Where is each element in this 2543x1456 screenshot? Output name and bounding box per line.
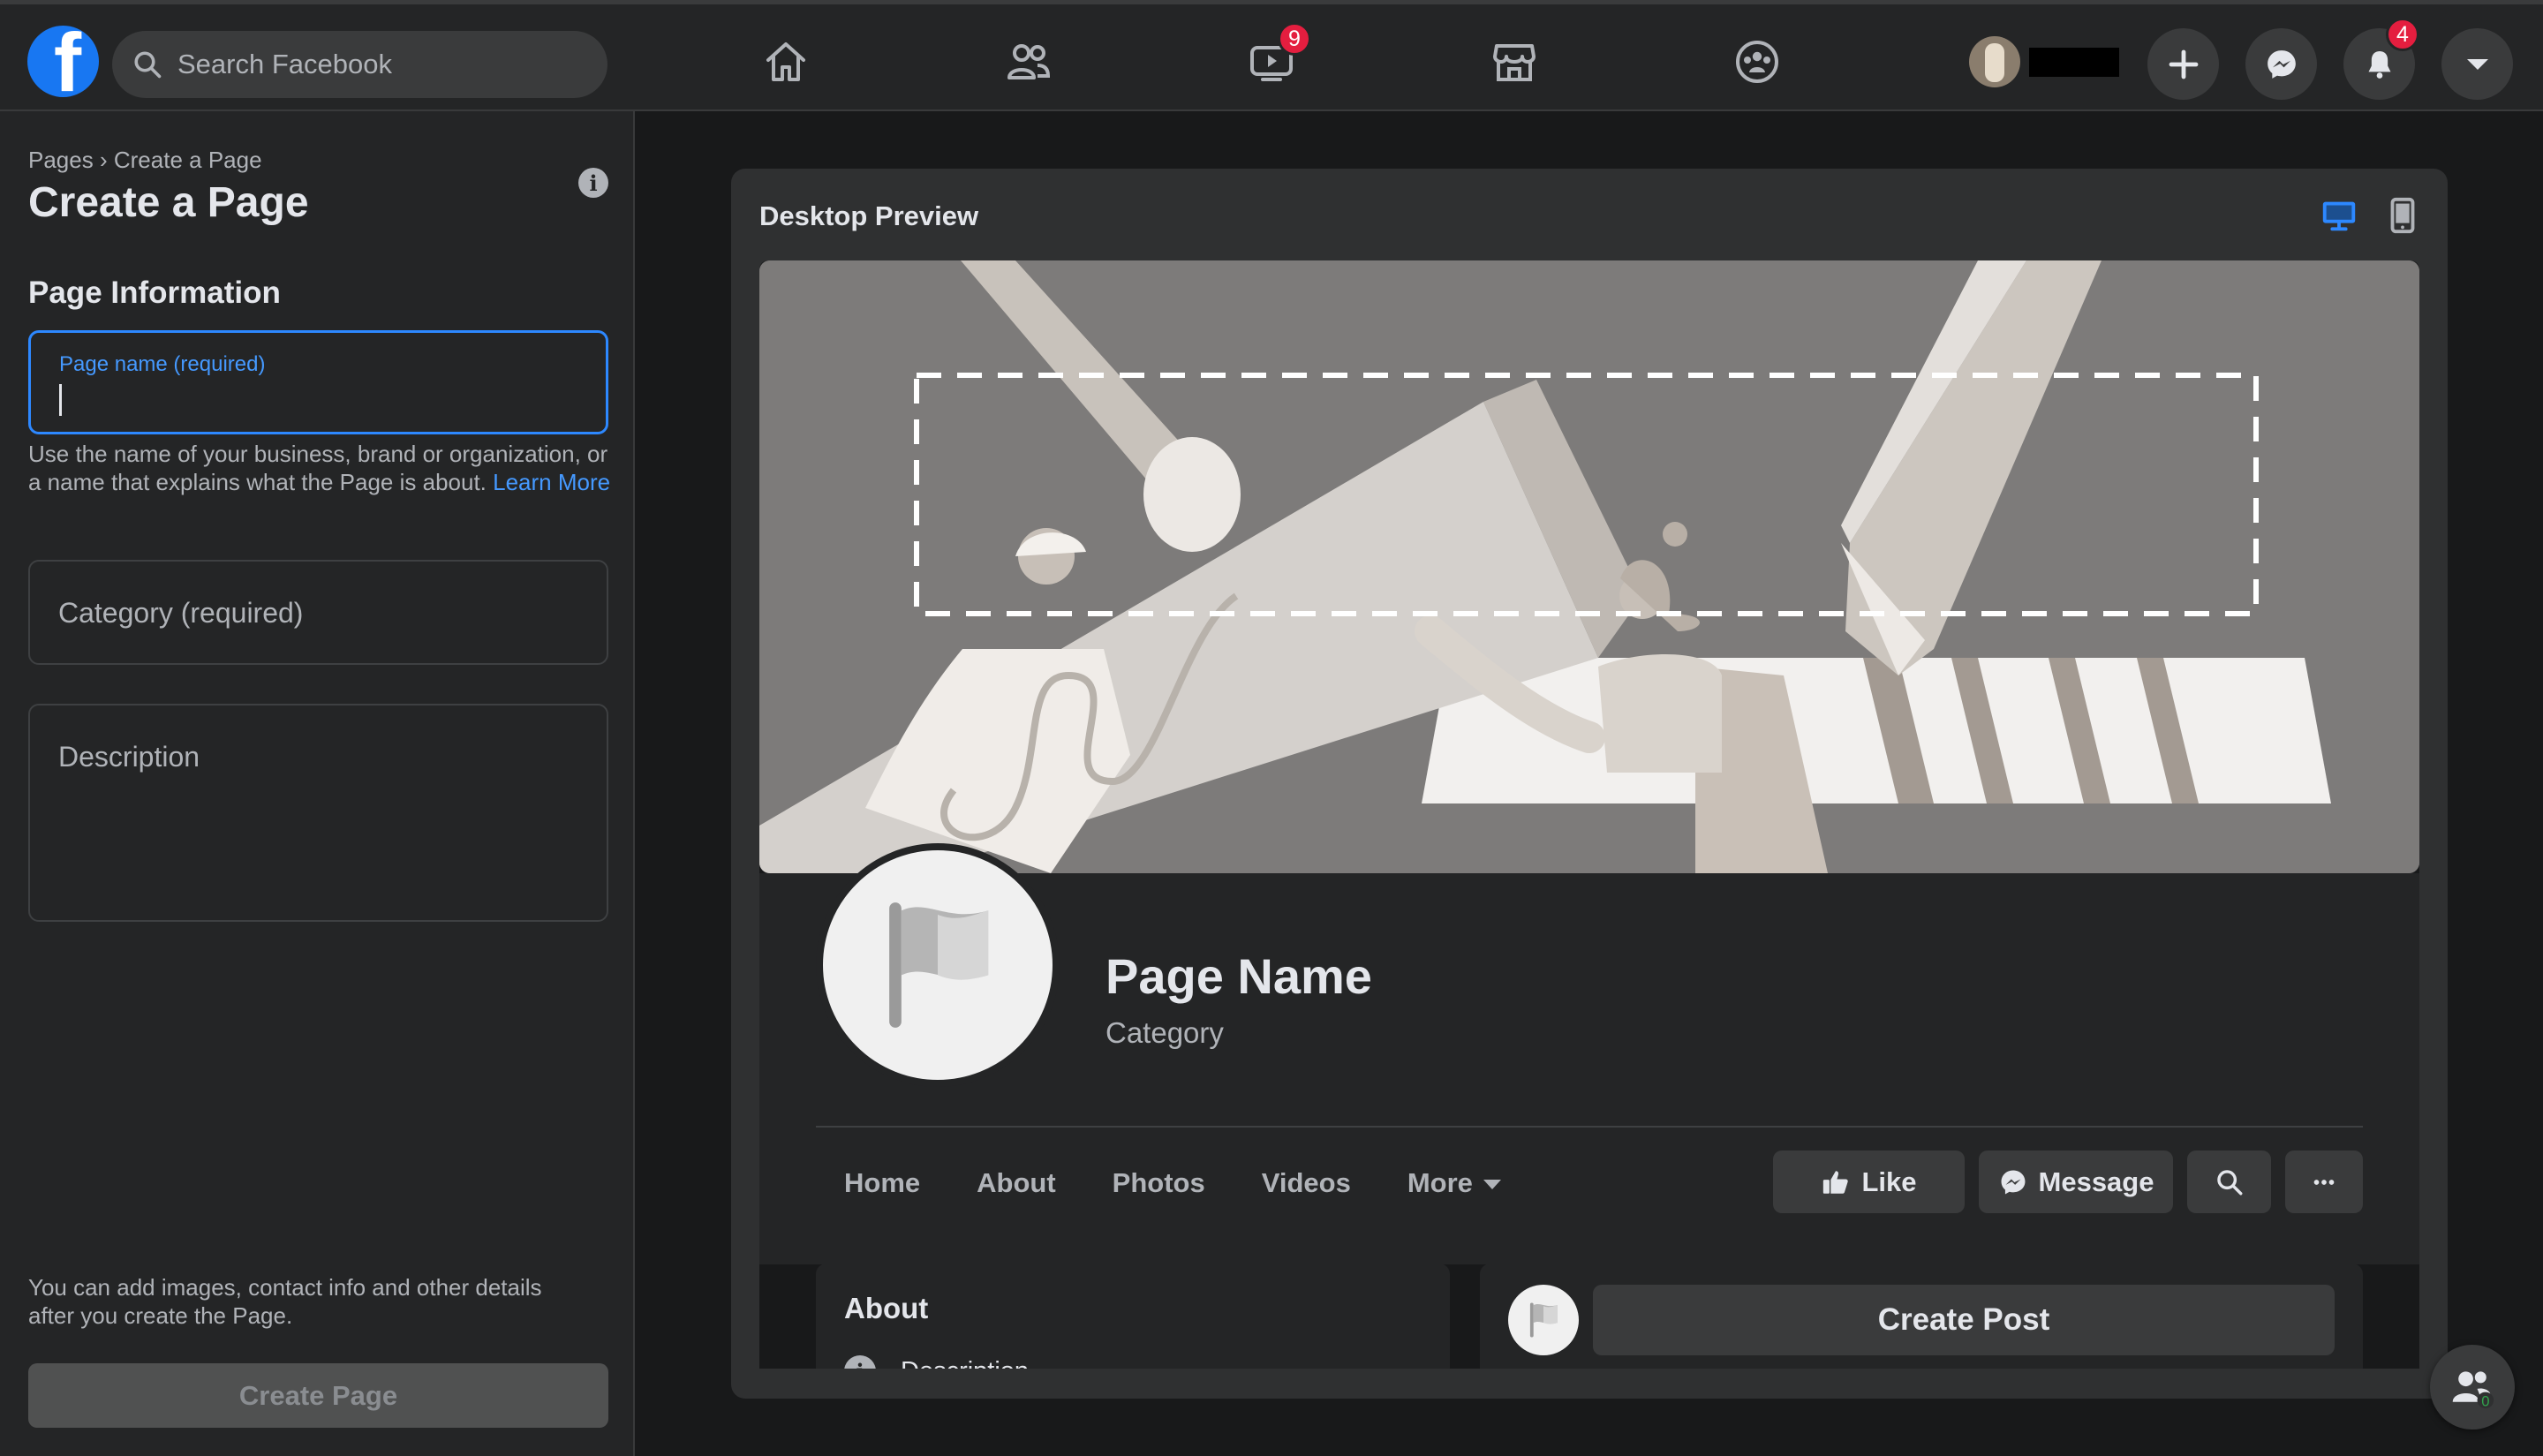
cover-illustration [759,260,2419,873]
notifications-badge: 4 [2386,18,2419,51]
section-heading: Page Information [28,275,281,310]
tab-more[interactable]: More [1379,1152,1529,1214]
caret-down-icon [1483,1179,1501,1189]
post-avatar [1508,1285,1579,1355]
search-placeholder: Search Facebook [177,49,392,79]
flag-icon [1529,1302,1558,1338]
messenger-icon [2267,49,2296,79]
thumbs-up-icon [1823,1170,1849,1194]
page-tabs: Home About Photos Videos More [816,1152,1529,1214]
friends-icon [1007,44,1051,79]
nav-friends[interactable] [998,31,1060,93]
page-name-helper: Use the name of your business, brand or … [28,440,611,496]
facebook-logo[interactable]: f [27,26,99,97]
ellipsis-icon [2313,1179,2335,1185]
cover-photo [759,260,2419,873]
about-description-row: i Description [844,1355,1029,1369]
info-icon: i [844,1355,876,1369]
info-icon[interactable]: i [578,168,608,198]
desktop-preview-panel: Desktop Preview Page Name Category Home … [731,169,2448,1399]
page-profile-picture [816,843,1060,1087]
contacts-count: 0 [2481,1392,2489,1409]
redacted-profile-name [2029,48,2119,77]
about-card: About i Description [816,1264,1450,1369]
breadcrumb-current: Create a Page [113,147,262,173]
facebook-logo-letter: f [53,26,82,97]
create-post-button[interactable]: Create Post [1593,1285,2335,1355]
search-input[interactable]: Search Facebook [112,31,607,98]
messenger-button[interactable] [2245,28,2317,100]
like-label: Like [1861,1166,1917,1197]
page-name-field[interactable]: Page name (required) [28,330,608,434]
plus-icon [2169,49,2198,79]
create-page-button[interactable]: Create Page [28,1363,608,1428]
about-description: Description [901,1357,1029,1369]
preview-title: Desktop Preview [759,200,979,231]
profile-avatar[interactable] [1969,36,2020,87]
notifications-button[interactable]: 4 [2343,18,2419,100]
nav-home[interactable] [755,31,817,93]
create-post-card: Create Post [1480,1264,2363,1369]
breadcrumb-pages[interactable]: Pages [28,147,94,173]
page-search-button[interactable] [2187,1150,2271,1213]
mobile-view-toggle[interactable] [2382,195,2423,236]
tab-photos[interactable]: Photos [1084,1152,1234,1214]
tab-home[interactable]: Home [816,1152,948,1214]
page-title: Create a Page [28,179,309,226]
tab-videos[interactable]: Videos [1234,1152,1379,1214]
description-placeholder: Description [58,741,200,773]
text-cursor [59,384,62,416]
account-menu-button[interactable] [2441,28,2513,100]
message-button[interactable]: Message [1979,1150,2173,1213]
tab-more-label: More [1407,1167,1473,1198]
category-placeholder: Category (required) [58,597,304,629]
more-options-button[interactable] [2285,1150,2363,1213]
messenger-icon [2001,1170,2025,1194]
header-divider [816,1126,2363,1128]
page-name-label: Page name (required) [59,352,266,376]
preview-page-name: Page Name [1105,948,1372,1004]
desktop-view-toggle[interactable] [2319,195,2359,236]
like-button[interactable]: Like [1773,1150,1965,1213]
bell-icon [2368,50,2390,79]
message-label: Message [2038,1166,2154,1197]
contacts-button[interactable]: 0 [2430,1345,2515,1430]
preview-category: Category [1105,1016,1224,1049]
watch-badge: 9 [1278,22,1311,56]
about-title: About [844,1292,929,1324]
description-field[interactable]: Description [28,704,608,922]
nav-marketplace[interactable] [1483,31,1545,93]
nav-groups[interactable] [1726,31,1788,93]
page-preview: Page Name Category Home About Photos Vid… [759,260,2419,1369]
search-icon [2216,1169,2242,1195]
mobile-icon [2390,197,2415,234]
flag-icon [889,902,989,1028]
footer-note: You can add images, contact info and oth… [28,1274,542,1329]
home-icon [766,42,805,81]
search-icon [134,51,162,79]
breadcrumb-separator: › [99,147,108,173]
marketplace-icon [1493,44,1536,81]
create-page-sidebar: Pages › Create a Page i Create a Page Pa… [0,111,635,1456]
groups-icon [1736,41,1778,83]
create-button[interactable] [2147,28,2219,100]
nav-watch[interactable]: 9 [1241,22,1311,93]
learn-more-link[interactable]: Learn More [493,469,610,495]
chevron-down-icon [2466,58,2488,70]
top-navigation-bar: f Search Facebook 9 4 [0,0,2543,111]
people-icon: 0 [2452,1371,2494,1409]
desktop-icon [2322,201,2356,231]
category-field[interactable]: Category (required) [28,560,608,665]
tab-about[interactable]: About [948,1152,1084,1214]
breadcrumb: Pages › Create a Page [28,147,262,174]
